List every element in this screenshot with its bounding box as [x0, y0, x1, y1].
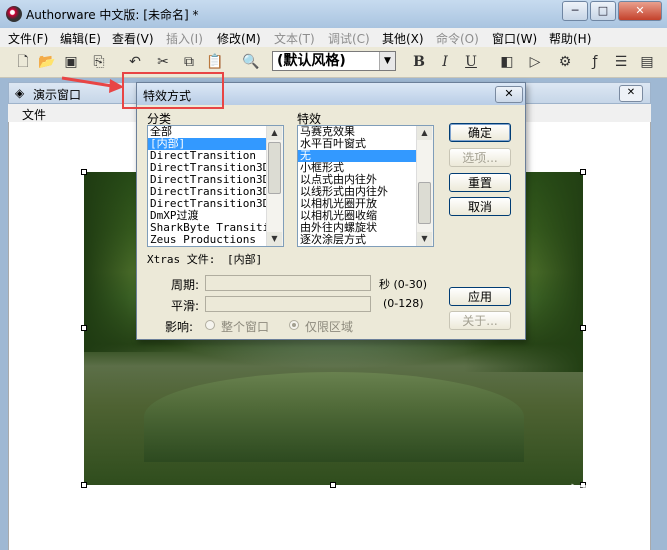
- control-panel-icon[interactable]: ⚙: [556, 53, 574, 71]
- menu-insert[interactable]: 插入(I): [166, 30, 203, 47]
- scroll-up-icon[interactable]: ▲: [267, 126, 282, 140]
- variables-icon[interactable]: ☰: [612, 53, 630, 71]
- category-scrollbar[interactable]: ▲ ▼: [266, 126, 283, 246]
- cancel-button[interactable]: 取消: [449, 197, 511, 216]
- minimize-button[interactable]: ─: [562, 1, 588, 21]
- menu-file[interactable]: 文件(F): [8, 30, 48, 47]
- knowledge-objects-icon[interactable]: ▤: [638, 53, 656, 71]
- radio-area-only-label: 仅限区域: [305, 320, 354, 334]
- ok-button[interactable]: 确定: [449, 123, 511, 142]
- scroll-thumb[interactable]: [268, 142, 281, 194]
- options-button[interactable]: 选项...: [449, 148, 511, 167]
- open-folder-icon[interactable]: 📂: [38, 53, 56, 71]
- menu-window[interactable]: 窗口(W): [492, 30, 537, 47]
- menu-debug[interactable]: 调试(C): [328, 30, 370, 47]
- annotation-arrow-icon: [61, 76, 124, 93]
- period-label: 周期:: [171, 278, 200, 292]
- xtras-label: Xtras 文件:: [147, 253, 216, 266]
- bold-button[interactable]: B: [410, 53, 428, 71]
- presentation-window-icon: ◈: [15, 86, 25, 100]
- close-button[interactable]: ✕: [618, 1, 662, 21]
- selection-handle[interactable]: [81, 169, 87, 175]
- menu-help[interactable]: 帮助(H): [549, 30, 591, 47]
- dialog-close-icon[interactable]: ✕: [495, 86, 523, 103]
- selection-handle[interactable]: [580, 325, 586, 331]
- list-item[interactable]: Zeus Productions: [148, 234, 283, 246]
- category-listbox[interactable]: 全部 [内部] DirectTransition DirectTransitio…: [147, 125, 284, 247]
- about-button[interactable]: 关于...: [449, 311, 511, 330]
- cut-icon[interactable]: ✂: [154, 53, 172, 71]
- smooth-input[interactable]: [205, 296, 371, 312]
- app-title: Authorware 中文版: [未命名] *: [26, 8, 199, 22]
- paste-icon[interactable]: 📋: [206, 53, 224, 71]
- watermark-text: Bai 经验: [520, 484, 611, 509]
- menu-edit[interactable]: 编辑(E): [60, 30, 101, 47]
- xtras-value: [内部]: [227, 253, 263, 266]
- play-icon[interactable]: ▷: [526, 53, 544, 71]
- period-unit: 秒 (0-30): [379, 278, 428, 291]
- smooth-label: 平滑:: [171, 299, 200, 313]
- undo-icon[interactable]: ↶: [126, 53, 144, 71]
- menu-modify[interactable]: 修改(M): [217, 30, 261, 47]
- presentation-menu-file[interactable]: 文件: [22, 106, 46, 123]
- list-item[interactable]: 水平百叶窗式: [298, 138, 433, 150]
- effect-scrollbar[interactable]: ▲ ▼: [416, 126, 433, 246]
- apply-button[interactable]: 应用: [449, 287, 511, 306]
- scroll-down-icon[interactable]: ▼: [267, 232, 282, 246]
- list-item[interactable]: 逐次涂层方式: [298, 234, 433, 246]
- new-file-icon[interactable]: 🗋: [14, 53, 32, 71]
- chevron-down-icon[interactable]: ▼: [379, 52, 395, 70]
- copy-icon[interactable]: ⧉: [180, 53, 198, 71]
- find-icon[interactable]: 🔍: [242, 53, 260, 71]
- menu-text[interactable]: 文本(T): [274, 30, 315, 47]
- menu-bar: 文件(F) 编辑(E) 查看(V) 插入(I) 修改(M) 文本(T) 调试(C…: [0, 28, 667, 48]
- effect-listbox[interactable]: 马赛克效果 水平百叶窗式 无 小框形式 以点式由内往外 以线形式由内往外 以相机…: [297, 125, 434, 247]
- selection-handle[interactable]: [580, 169, 586, 175]
- selection-handle[interactable]: [81, 482, 87, 488]
- title-bar: Authorware 中文版: [未命名] * ─ □ ✕: [0, 0, 667, 29]
- style-select[interactable]: (默认风格) ▼: [272, 51, 396, 71]
- reset-button[interactable]: 重置: [449, 173, 511, 192]
- radio-whole-window[interactable]: [205, 320, 215, 330]
- selection-handle[interactable]: [330, 482, 336, 488]
- underline-button[interactable]: U: [462, 53, 480, 71]
- scroll-up-icon[interactable]: ▲: [417, 126, 432, 140]
- menu-other[interactable]: 其他(X): [382, 30, 424, 47]
- italic-button[interactable]: I: [436, 53, 454, 71]
- menu-view[interactable]: 查看(V): [112, 30, 154, 47]
- selection-handle[interactable]: [81, 325, 87, 331]
- annotation-highlight-box: [122, 72, 224, 109]
- affect-label: 影响:: [165, 320, 194, 334]
- restart-icon[interactable]: ◧: [498, 53, 516, 71]
- watermark-url: jingyan.baidu.com: [520, 520, 622, 533]
- radio-area-only[interactable]: [289, 320, 299, 330]
- authorware-logo-icon: [6, 6, 22, 22]
- scroll-thumb[interactable]: [418, 182, 431, 224]
- menu-command[interactable]: 命令(O): [436, 30, 479, 47]
- style-select-value: (默认风格): [277, 53, 346, 69]
- scroll-down-icon[interactable]: ▼: [417, 232, 432, 246]
- transition-dialog: 特效方式 ✕ 分类 特效 全部 [内部] DirectTransition Di…: [136, 82, 526, 340]
- import-icon[interactable]: ⎘: [90, 53, 108, 71]
- radio-whole-window-label: 整个窗口: [221, 320, 270, 334]
- maximize-button[interactable]: □: [590, 1, 616, 21]
- period-input[interactable]: [205, 275, 371, 291]
- presentation-close-icon[interactable]: ✕: [619, 85, 643, 102]
- functions-icon[interactable]: ƒ: [586, 53, 604, 71]
- save-icon[interactable]: ▣: [62, 53, 80, 71]
- smooth-range: (0-128): [383, 297, 424, 310]
